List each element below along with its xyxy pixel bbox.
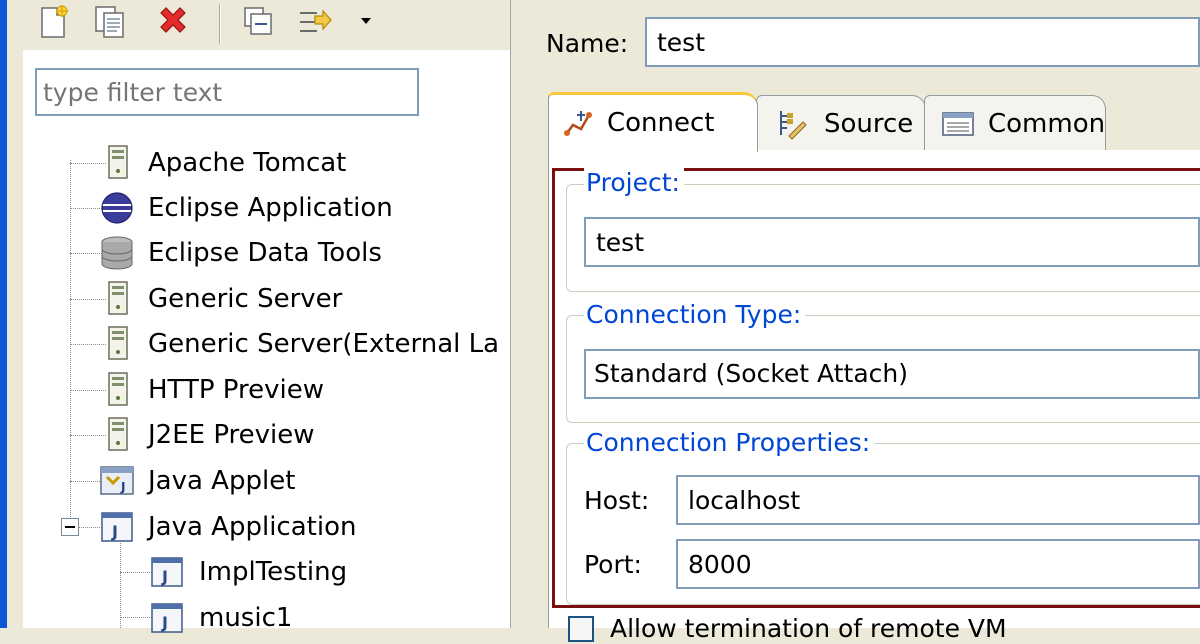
tree-item-label: Java Application xyxy=(148,512,357,542)
tree-item-label: J2EE Preview xyxy=(148,420,315,450)
svg-text:J: J xyxy=(120,480,125,494)
name-input[interactable] xyxy=(645,17,1200,67)
duplicate-config-icon[interactable] xyxy=(92,4,128,40)
server-icon xyxy=(101,281,135,315)
connection-type-legend: Connection Type: xyxy=(584,300,806,330)
server-icon xyxy=(101,417,135,451)
name-label: Name: xyxy=(546,29,629,58)
port-field[interactable] xyxy=(676,539,1200,589)
allow-termination-label: Allow termination of remote VM xyxy=(610,614,1007,643)
host-label: Host: xyxy=(584,486,650,515)
tree-item-label: Eclipse Data Tools xyxy=(148,238,382,268)
delete-config-icon[interactable] xyxy=(155,4,191,40)
java-app-icon: J xyxy=(149,601,183,635)
tree-item-label: Apache Tomcat xyxy=(148,148,347,178)
eclipse-icon xyxy=(99,191,133,225)
toolbar-separator xyxy=(219,4,221,44)
tree-item-apache-tomcat[interactable]: Apache Tomcat xyxy=(97,141,497,185)
svg-text:J: J xyxy=(161,613,168,632)
tree-item-eclipse-application[interactable]: Eclipse Application xyxy=(97,186,497,230)
java-app-icon: J xyxy=(149,555,183,589)
tree-item-generic-server-external[interactable]: Generic Server(External La xyxy=(97,322,501,366)
tree-item-label: Generic Server xyxy=(148,284,343,314)
config-toolbar xyxy=(7,0,510,48)
tree-item-java-application[interactable]: J Java Application xyxy=(97,505,497,549)
filter-icon[interactable] xyxy=(297,4,333,40)
tab-connect-label: Connect xyxy=(607,108,715,138)
launch-config-tree-pane: Apache Tomcat Eclipse Application Eclips… xyxy=(7,0,510,633)
launch-config-editor: Name: Connect Source Common Project: Con… xyxy=(518,0,1200,643)
dropdown-arrow-icon[interactable] xyxy=(357,4,377,40)
tree-item-impltesting[interactable]: J ImplTesting xyxy=(147,550,497,594)
tab-source[interactable]: Source xyxy=(756,95,926,151)
collapse-toggle-java-application[interactable] xyxy=(61,518,79,536)
common-icon xyxy=(941,108,974,140)
tree-item-eclipse-data-tools[interactable]: Eclipse Data Tools xyxy=(97,231,497,275)
tree-item-label: Generic Server(External La xyxy=(148,329,500,359)
host-field[interactable] xyxy=(676,475,1200,525)
connection-type-select[interactable]: Standard (Socket Attach) xyxy=(584,349,1200,399)
database-icon xyxy=(99,235,133,270)
tree-item-java-applet[interactable]: J Java Applet xyxy=(97,459,497,503)
java-app-icon: J xyxy=(99,510,133,544)
server-icon xyxy=(101,145,135,179)
tree-item-label: Java Applet xyxy=(148,466,296,496)
connection-properties-legend: Connection Properties: xyxy=(584,428,875,458)
svg-text:J: J xyxy=(161,567,168,586)
tree-item-music1[interactable]: J music1 xyxy=(147,596,497,640)
tree-item-label: ImplTesting xyxy=(199,557,348,587)
tree-item-label: HTTP Preview xyxy=(148,375,325,405)
server-icon xyxy=(101,326,135,360)
port-label: Port: xyxy=(584,550,642,579)
project-legend: Project: xyxy=(584,168,684,198)
allow-termination-checkbox[interactable] xyxy=(568,616,594,642)
tree-connector xyxy=(120,540,121,628)
tree-item-generic-server[interactable]: Generic Server xyxy=(97,277,497,321)
collapse-all-icon[interactable] xyxy=(241,4,277,40)
source-icon xyxy=(775,108,807,140)
tab-common[interactable]: Common xyxy=(924,95,1106,151)
tab-connect[interactable]: Connect xyxy=(548,92,758,152)
connect-icon xyxy=(563,107,595,139)
svg-text:J: J xyxy=(111,522,118,541)
server-icon xyxy=(101,372,135,406)
tree-item-http-preview[interactable]: HTTP Preview xyxy=(97,368,497,412)
java-applet-icon: J xyxy=(99,464,134,498)
tree-item-label: music1 xyxy=(199,603,293,633)
tab-common-label: Common xyxy=(988,109,1106,139)
filter-input[interactable] xyxy=(35,68,419,116)
tree-item-label: Eclipse Application xyxy=(148,193,393,223)
connection-type-selected: Standard (Socket Attach) xyxy=(594,359,908,388)
tree-item-j2ee-preview[interactable]: J2EE Preview xyxy=(97,413,497,457)
tab-source-label: Source xyxy=(824,109,914,139)
new-config-icon[interactable] xyxy=(35,4,71,40)
project-field[interactable] xyxy=(584,217,1200,267)
pane-splitter[interactable] xyxy=(510,0,518,628)
window-frame-edge xyxy=(0,0,7,628)
